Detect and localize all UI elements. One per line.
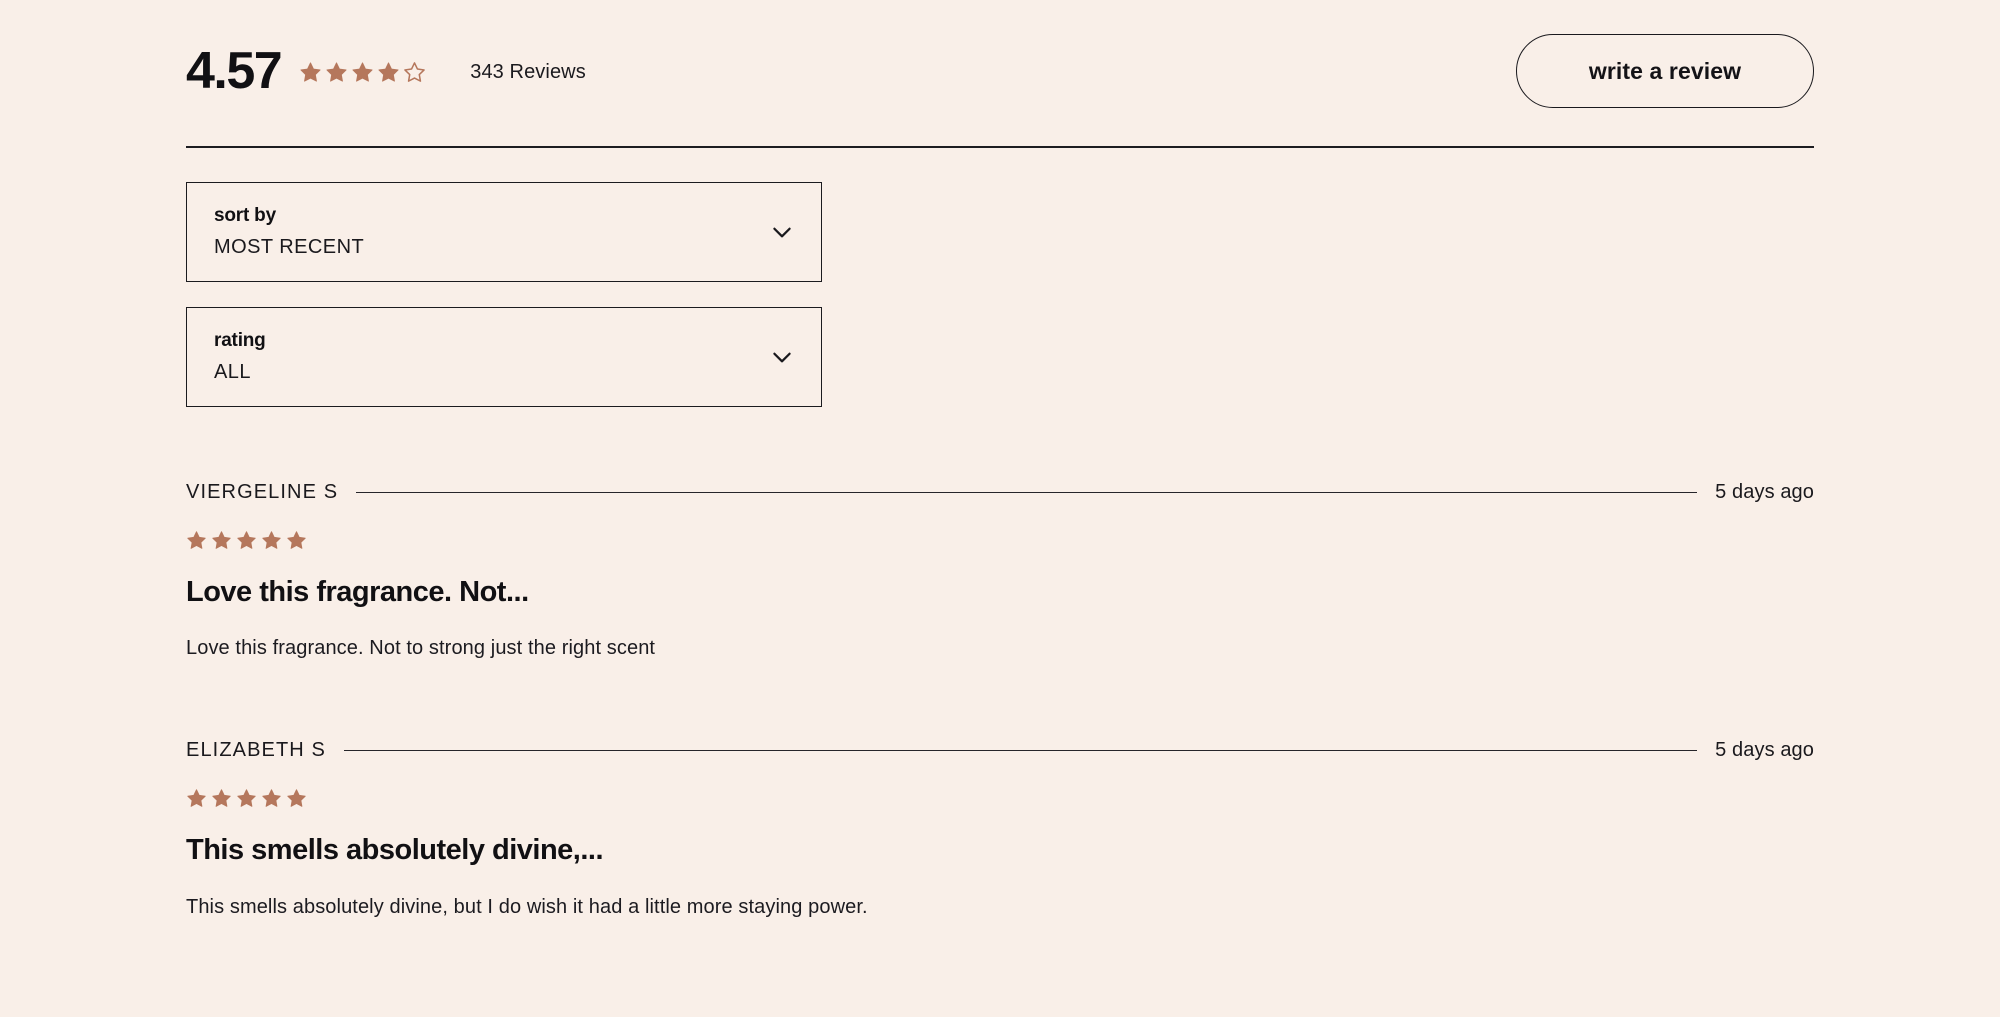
star-filled-icon <box>299 61 322 84</box>
review-meta: ELIZABETH S 5 days ago <box>186 739 1814 762</box>
select-value-rating: ALL <box>214 360 251 383</box>
chevron-down-icon[interactable] <box>769 344 795 370</box>
rating-summary: 4.57 343 Reviews <box>186 45 586 97</box>
review-title: Love this fragrance. Not... <box>186 575 529 608</box>
select-rating[interactable]: rating ALL <box>186 306 822 407</box>
review-title: This smells absolutely divine,... <box>186 834 604 867</box>
reviewer-name: VIERGELINE S <box>186 480 339 503</box>
review-meta-divider <box>356 491 1698 493</box>
write-a-review-button[interactable]: write a review <box>1516 34 1814 108</box>
star-filled-icon <box>261 788 282 809</box>
select-label-rating: rating <box>214 329 266 351</box>
average-rating-value: 4.57 <box>186 42 283 100</box>
select-sort-by[interactable]: sort by MOST RECENT <box>186 182 822 282</box>
reviews-summary-header: 4.57 343 Reviews write a review <box>186 0 1814 108</box>
star-filled-icon <box>325 61 348 84</box>
star-filled-icon <box>211 788 232 809</box>
star-filled-icon <box>236 788 257 809</box>
review-count-label: 343 Reviews <box>470 61 586 83</box>
review-item: VIERGELINE S 5 days ago Love this fragranc… <box>186 481 1814 664</box>
star-filled-icon <box>286 788 307 809</box>
star-filled-icon <box>351 61 374 84</box>
star-filled-icon <box>186 530 207 551</box>
review-date: 5 days ago <box>1715 739 1814 762</box>
star-filled-icon <box>236 530 257 551</box>
review-meta-divider <box>343 750 1698 752</box>
reviewer-name: ELIZABETH S <box>186 739 326 762</box>
review-body: Love this fragrance. Not to strong just … <box>186 637 656 660</box>
star-filled-icon <box>211 530 232 551</box>
average-rating-stars <box>299 61 426 84</box>
star-filled-icon <box>377 61 400 84</box>
star-outline-icon <box>403 61 426 84</box>
star-filled-icon <box>261 530 282 551</box>
review-rating-stars <box>186 788 1814 809</box>
header-divider <box>186 146 1814 148</box>
star-filled-icon <box>286 530 307 551</box>
select-label-sort-by: sort by <box>214 205 276 226</box>
star-filled-icon <box>186 788 207 809</box>
review-item: ELIZABETH S 5 days ago This smells absolut… <box>186 739 1814 922</box>
review-filters: sort by MOST RECENT rating ALL <box>186 182 1814 407</box>
select-value-sort-by: MOST RECENT <box>214 235 365 258</box>
review-rating-stars <box>186 530 1814 551</box>
chevron-down-icon[interactable] <box>769 219 795 245</box>
reviews-list: VIERGELINE S 5 days ago Love this fragranc… <box>186 481 1814 923</box>
review-meta: VIERGELINE S 5 days ago <box>186 481 1814 504</box>
review-date: 5 days ago <box>1715 480 1814 503</box>
review-body: This smells absolutely divine, but I do … <box>186 896 868 919</box>
reviews-page: 4.57 343 Reviews write a review sort by M… <box>0 0 2000 1017</box>
